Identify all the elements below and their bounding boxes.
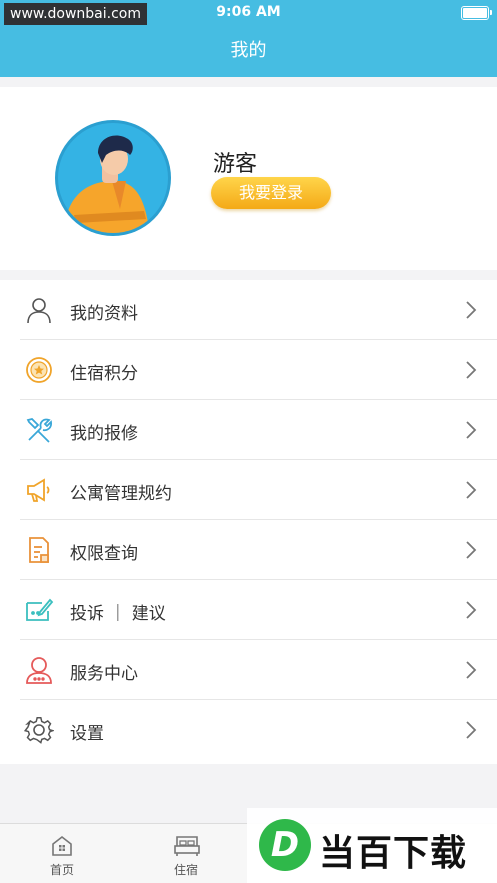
gear-icon (23, 715, 56, 745)
avatar[interactable] (54, 119, 172, 237)
menu-item-label: 住宿积分 (70, 364, 138, 384)
home-icon (52, 835, 72, 856)
repair-tools-icon (24, 415, 54, 445)
chevron-right-icon (465, 600, 477, 620)
menu-item-label: 投诉 ｜ 建议 (70, 604, 166, 624)
menu-item-points[interactable]: 住宿积分 (0, 340, 497, 400)
login-button[interactable]: 我要登录 (211, 177, 331, 209)
menu-item-repair[interactable]: 我的报修 (0, 400, 497, 460)
page-title: 我的 (230, 40, 267, 61)
chevron-right-icon (465, 360, 477, 380)
chevron-right-icon (465, 420, 477, 440)
status-bar: www.downbai.com 9:06 AM (0, 0, 497, 26)
app-header: www.downbai.com 9:06 AM 我的 (0, 0, 497, 77)
chevron-right-icon (465, 720, 477, 740)
menu-item-label: 我的报修 (70, 424, 138, 444)
tab-label: 首页 (49, 863, 74, 877)
feedback-icon (24, 595, 54, 625)
logo: D (259, 819, 311, 871)
menu-item-profile[interactable]: 我的资料 (0, 280, 497, 340)
chevron-right-icon (465, 480, 477, 500)
tab-home[interactable]: 首页 (2, 824, 122, 883)
menu-item-permission[interactable]: 权限查询 (0, 520, 497, 580)
menu-item-label: 设置 (70, 724, 104, 744)
menu-item-settings[interactable]: 设置 (0, 700, 497, 760)
document-icon (24, 535, 54, 565)
menu-item-rules[interactable]: 公寓管理规约 (0, 460, 497, 520)
username: 游客 (213, 152, 258, 177)
menu-item-service[interactable]: 服务中心 (0, 640, 497, 700)
user-icon (24, 295, 54, 325)
status-time: 9:06 AM (216, 4, 281, 20)
menu-list: 我的资料 住宿积分 我的报修 公寓管理规约 权限查询 投诉 ｜ 建议 服务中心 … (0, 280, 497, 764)
points-medal-icon (24, 355, 54, 385)
tab-label: 住宿 (173, 863, 198, 877)
menu-item-label: 服务中心 (70, 664, 138, 684)
menu-item-label: 公寓管理规约 (70, 484, 172, 504)
bed-icon (174, 836, 200, 856)
battery-icon (461, 6, 492, 20)
megaphone-icon (24, 475, 54, 505)
chevron-right-icon (465, 540, 477, 560)
menu-item-label: 权限查询 (70, 544, 138, 564)
chevron-right-icon (465, 300, 477, 320)
profile-card: 游客 我要登录 (0, 87, 497, 270)
menu-item-feedback[interactable]: 投诉 ｜ 建议 (0, 580, 497, 640)
site-logo-watermark: D 当百下载 (247, 808, 497, 883)
logo-text: 当百下载 (319, 833, 468, 874)
service-agent-icon (24, 655, 54, 685)
tab-accommodation[interactable]: 住宿 (126, 824, 246, 883)
chevron-right-icon (465, 660, 477, 680)
menu-item-label: 我的资料 (70, 304, 138, 324)
